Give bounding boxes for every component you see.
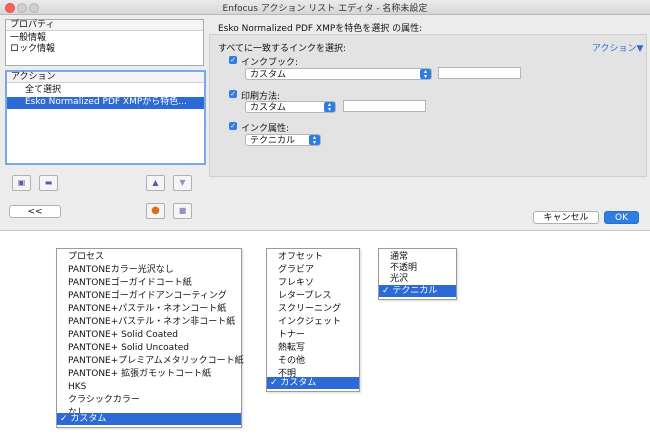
action-menu-link[interactable]: アクション▼ [592,41,643,54]
menu-item[interactable]: 熱転写 [267,342,359,354]
window-title: Enfocus アクション リスト エディタ - 名称未設定 [222,4,428,14]
ink-book-label: インクブック: [241,58,299,68]
menu-item[interactable]: 光沢 [379,273,456,285]
title-bar: Enfocus アクション リスト エディタ - 名称未設定 [0,0,650,15]
print-method-value: カスタム [250,103,287,113]
popup-arrows-icon: ▴ ▾ [324,102,335,113]
menu-item[interactable]: HKS [57,381,241,393]
ink-attribute-value: テクニカル [250,136,296,146]
ink-book-value: カスタム [250,70,287,80]
ink-attribute-label: インク属性: [241,124,290,134]
record-icon[interactable]: ● [146,203,165,219]
menu-item[interactable]: フレキソ [267,277,359,289]
menu-item[interactable]: PANTONE+ Solid Uncoated [57,342,241,354]
property-item-lock[interactable]: ロック情報 [6,44,203,55]
menu-item[interactable]: その他 [267,355,359,367]
actions-header: アクション [7,72,204,83]
menu-item[interactable]: PANTONE+パステル・ネオン非コート紙 [57,316,241,328]
properties-header: プロパティ [6,20,203,31]
attributes-heading: Esko Normalized PDF XMPを特色を選択 の属性: [218,24,423,34]
move-down-icon[interactable]: ▼ [173,175,192,191]
menu-item[interactable]: レタープレス [267,290,359,302]
actions-list: アクション 全て選択 Esko Normalized PDF XMPから特色..… [5,70,206,165]
add-icon[interactable]: ▣ [12,175,31,191]
menu-item-selected[interactable]: ✓ カスタム [267,377,359,389]
menu-item[interactable]: インクジェット [267,316,359,328]
resize-handle-icon[interactable]: ⋮ [203,120,209,127]
attributes-panel: すべてに一致するインクを選択: アクション▼ ✓ インクブック: カスタム ▴ ▾… [209,34,647,177]
stop-icon[interactable]: ■ [173,203,192,219]
menu-item[interactable]: PANTONE+パステル・ネオンコート紙 [57,303,241,315]
remove-icon[interactable]: ▬ [39,175,58,191]
menu-item[interactable]: PANTONEカラー光沢なし [57,264,241,276]
cancel-button[interactable]: キャンセル [533,211,599,224]
menu-item[interactable]: PANTONE+ 拡張ガモットコート紙 [57,368,241,380]
ink-book-menu: プロセス PANTONEカラー光沢なし PANTONEゴーガイドコート紙 PAN… [56,248,244,428]
move-up-icon[interactable]: ▲ [146,175,165,191]
menu-item-selected[interactable]: ✓ テクニカル [379,285,456,297]
property-item-general[interactable]: 一般情報 [6,33,203,44]
popup-arrows-icon: ▴ ▾ [420,69,431,80]
ink-attribute-checkbox[interactable]: ✓ [229,122,237,130]
ok-button[interactable]: OK [604,211,639,224]
menu-item[interactable]: スクリーニング [267,303,359,315]
menu-item[interactable]: クラシックカラー [57,394,241,406]
action-list-editor-window: Enfocus アクション リスト エディタ - 名称未設定 プロパティ 一般情… [0,0,650,231]
action-item-select-all[interactable]: 全て選択 [7,85,204,96]
ink-book-popup[interactable]: カスタム ▴ ▾ [245,68,432,80]
collapse-button[interactable]: << [9,205,61,218]
menu-item-selected[interactable]: ✓ カスタム [57,413,241,425]
properties-list: プロパティ 一般情報 ロック情報 [5,19,204,66]
menu-item[interactable]: PANTONE+プレミアムメタリックコート紙 [57,355,244,367]
ink-book-text-field[interactable] [438,67,521,79]
menu-item[interactable]: PANTONEゴーガイドアンコーティング [57,290,241,302]
menu-item[interactable]: プロセス [57,251,241,263]
menu-item[interactable]: グラビア [267,264,359,276]
ink-book-checkbox[interactable]: ✓ [229,56,237,64]
popup-arrows-icon: ▴ ▾ [309,135,320,146]
menu-item[interactable]: PANTONEゴーガイドコート紙 [57,277,241,289]
print-method-checkbox[interactable]: ✓ [229,90,237,98]
menu-item[interactable]: PANTONE+ Solid Coated [57,329,241,341]
print-method-menu: オフセット グラビア フレキソ レタープレス スクリーニング インクジェット ト… [266,248,360,392]
print-method-popup[interactable]: カスタム ▴ ▾ [245,101,336,113]
ink-attribute-menu: 通常 不透明 光沢 ✓ テクニカル [378,248,457,300]
ink-attribute-popup[interactable]: テクニカル ▴ ▾ [245,134,321,146]
menu-item[interactable]: オフセット [267,251,359,263]
print-method-text-field[interactable] [343,100,426,112]
menu-item[interactable]: トナー [267,329,359,341]
match-label: すべてに一致するインクを選択: [218,44,347,54]
action-item-esko-select-spot[interactable]: Esko Normalized PDF XMPから特色... [7,97,204,109]
